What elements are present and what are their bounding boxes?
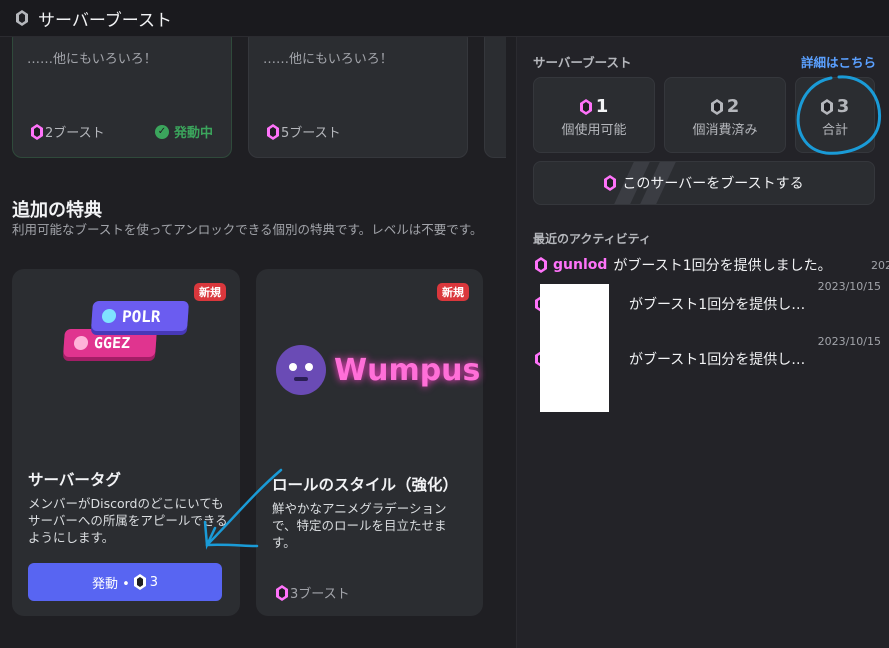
tag-illustration-ggez: GGEZ <box>63 329 157 357</box>
perk-card-role-style[interactable]: 新規 Wumpus ロールのスタイル（強化） 鮮やかなアニメグラデーションで、特… <box>256 269 483 616</box>
tag-illustration-polr: POLR <box>90 301 190 331</box>
main-panel[interactable]: ◂) ……他にもいろいろ！ 2ブースト ✓ 発動中 ■■ ……他にもいろいろ！ … <box>0 37 506 648</box>
boost-gem-icon <box>579 98 592 115</box>
sidebar-section-label: サーバーブースト <box>533 55 632 70</box>
boost-gem-icon <box>276 584 288 601</box>
boost-server-button[interactable]: このサーバーをブーストする <box>533 161 875 205</box>
heart-icon <box>73 336 89 350</box>
stat-total: 3 合計 <box>795 77 875 153</box>
title-bar: サーバーブースト <box>0 0 889 37</box>
wumpus-icon <box>276 345 326 395</box>
wumpus-illustration: Wumpus <box>276 345 480 395</box>
boost-gem-icon <box>604 175 617 191</box>
stat-available: 1 個使用可能 <box>533 77 655 153</box>
activity-row: gunlod がブースト1回分を提供しました。 2025 <box>535 253 889 277</box>
tier-more-text: ……他にもいろいろ！ <box>27 52 157 67</box>
boost-gem-icon <box>133 574 146 590</box>
redaction-box <box>540 284 609 348</box>
wumpus-logo-text: Wumpus <box>334 352 481 388</box>
activity-user[interactable]: gunlod <box>553 257 607 273</box>
tier-card-2[interactable]: ■■ ……他にもいろいろ！ 5ブースト <box>248 37 468 158</box>
check-icon: ✓ <box>154 124 169 139</box>
perk-title: サーバータグ <box>28 471 121 489</box>
tier-status: ✓ 発動中 <box>154 122 213 141</box>
speaker-icon: ◂) <box>27 37 38 38</box>
activity-text: がブースト1回分を提供し… <box>629 352 806 368</box>
perk-description: 鮮やかなアニメグラデーションで、特定のロールを目立たせます。 <box>272 501 447 550</box>
perk-title: ロールのスタイル（強化） <box>272 476 459 494</box>
sidebar: サーバーブースト 詳細はこちら 1 個使用可能 2 個消費済み 3 合計 このサ… <box>516 37 889 648</box>
activate-server-tag-button[interactable]: 発動 • 3 <box>28 563 222 601</box>
perk-boost-cost: 3ブースト <box>276 583 350 602</box>
tier-card-3[interactable] <box>484 37 506 158</box>
server-icon: ■■ <box>263 37 286 38</box>
perk-description: メンバーがDiscordのどこにいてもサーバーへの所属をアピールできるようにしま… <box>28 496 228 545</box>
redaction-box <box>540 348 609 412</box>
activity-time: 2025 <box>871 258 889 272</box>
boost-gem-icon <box>710 98 723 115</box>
boost-gem-icon <box>820 98 833 115</box>
activity-time: 2023/10/15 <box>817 335 881 348</box>
boost-gem-icon <box>535 257 547 273</box>
perks-section-title: 追加の特典 <box>12 200 102 221</box>
tier-boost-count: 5ブースト <box>267 122 341 141</box>
boost-gem-icon <box>267 123 279 140</box>
activity-time: 2023/10/15 <box>817 280 881 293</box>
activity-title: 最近のアクティビティ <box>533 232 651 246</box>
stat-used: 2 個消費済み <box>664 77 786 153</box>
activity-text: がブースト1回分を提供し… <box>629 297 806 313</box>
window-title: サーバーブースト <box>38 10 172 31</box>
perk-card-server-tag[interactable]: 新規 GGEZ POLR サーバータグ メンバーがDiscordのどこにいてもサ… <box>12 269 240 616</box>
new-badge: 新規 <box>194 283 226 301</box>
tier-boost-count: 2ブースト <box>31 122 105 141</box>
new-badge: 新規 <box>437 283 469 301</box>
gear-icon <box>101 309 117 323</box>
boost-gem-icon <box>31 123 43 140</box>
boost-gem-icon <box>16 10 28 26</box>
tier-more-text: ……他にもいろいろ！ <box>263 52 393 67</box>
tier-card-1[interactable]: ◂) ……他にもいろいろ！ 2ブースト ✓ 発動中 <box>12 37 232 158</box>
perks-section-description: 利用可能なブーストを使ってアンロックできる個別の特典です。レベルは不要です。 <box>12 222 483 237</box>
details-link[interactable]: 詳細はこちら <box>801 52 876 71</box>
activity-text: がブースト1回分を提供しました。 <box>613 258 832 274</box>
